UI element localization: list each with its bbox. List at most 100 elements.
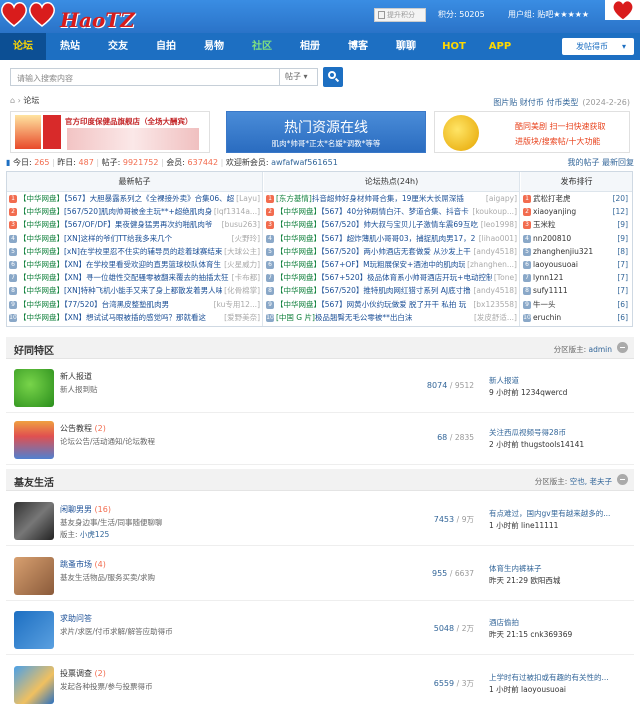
post-link[interactable]: 【中华网盘】【77/520】台湾黑皮整塾肌肉男 <box>19 300 169 309</box>
post-author[interactable]: [Tone] <box>491 271 517 285</box>
my-posts-link[interactable]: 我的帖子 <box>567 158 599 167</box>
ranking-user[interactable]: 武松打老虎 <box>533 194 571 203</box>
forum-row[interactable]: 公告教程 (2) 论坛公告/活动通知/论坛教程 68 / 2835 关注西瓜视频… <box>6 413 634 465</box>
nav-item-selfie[interactable]: 自拍 <box>144 33 188 60</box>
post-link[interactable]: [中国 G 片]极品翘臀无毛公零被**出白沫 <box>276 313 412 322</box>
nav-item-chat[interactable]: 聊聊 <box>384 33 428 60</box>
avatar[interactable] <box>605 0 640 20</box>
home-icon[interactable]: ⌂ <box>10 96 15 105</box>
shop-ad-banner[interactable]: 官方印度保健品旗舰店（全场大酬宾） <box>10 111 210 153</box>
post-link[interactable]: 【中华网盘】[567/520]肌肉帅哥被金主玩**+超绝肌肉身材 <box>19 207 220 216</box>
nav-item-album[interactable]: 相册 <box>288 33 332 60</box>
post-author[interactable]: [andy4518] <box>471 244 517 258</box>
post-author[interactable]: [化骨棉掌] <box>222 284 260 298</box>
ranking-row[interactable]: 8 sufy1111 [7] <box>521 284 632 297</box>
ranking-user[interactable]: laoyousuoai <box>533 260 578 269</box>
forum-name[interactable]: 闲聊男男 (16) <box>60 504 111 515</box>
nav-item-dating[interactable]: 交友 <box>96 33 140 60</box>
ranking-user[interactable]: nn200810 <box>533 234 571 243</box>
post-link[interactable]: 【中华网盘】[XN]这样的爷们TT给我多来几个 <box>19 234 172 243</box>
post-author[interactable]: [ku专用12...] <box>211 297 260 311</box>
post-link[interactable]: 【中华网盘】【XN】寻一位雄性交配骚零被翻来覆去的抽插太狂 <box>19 273 229 282</box>
trending-row[interactable]: 9 【中华网盘】【567】网黄小伙约玩做爱 脱了开干 私拍 玩 [bx123558] <box>264 297 519 311</box>
nav-item-exchange[interactable]: 易物 <box>192 33 236 60</box>
trending-row[interactable]: 6 【中华网盘】【567+OF】M玩粗展保安+酒池中的肌肉玩 [zhanghen..… <box>264 257 519 272</box>
post-link[interactable]: 【中华网盘】[xN]在学校里忍不住实的辅导员的趁着球赛结束 <box>19 247 222 256</box>
latest-row[interactable]: 2 【中华网盘】[567/520]肌肉帅哥被金主玩**+超绝肌肉身材 [lqf131… <box>7 205 262 219</box>
post-select[interactable]: 发帖得币 ▾ <box>562 38 634 55</box>
post-author[interactable]: [aigapy] <box>483 192 517 206</box>
trending-row[interactable]: 4 【中华网盘】【567】超炸薄肌小哥哥03，捕捉肌肉男17，2 [lihao001… <box>264 231 519 245</box>
trending-row[interactable]: 5 【中华网盘】【567/520】两小帅酒店无套做爱 从沙发上干 [andy4518… <box>264 244 519 258</box>
post-link[interactable]: 【中华网盘】【567/520】推特肌肉网红猎寸系列 AJ底寸撸 <box>276 286 471 295</box>
forum-name[interactable]: 求助问答 <box>60 613 92 624</box>
trending-row[interactable]: 8 【中华网盘】【567/520】推特肌肉网红猎寸系列 AJ底寸撸 [andy451… <box>264 284 519 298</box>
trending-row[interactable]: 2 【中华网盘】【567】40分钟刷情白汗、梦道合集、抖音卡 [koukoup...… <box>264 205 519 219</box>
app-qr-banner[interactable]: 酷同美剧 扫一扫快速获取 进版块/搜索帖/十大功能 <box>434 111 630 153</box>
latest-row[interactable]: 8 【中华网盘】[XN]特种飞机小能手又来了身上都散发着男人味 [化骨棉掌] <box>7 284 262 298</box>
search-input[interactable]: 请输入搜索内容 <box>17 73 73 84</box>
post-author[interactable]: [大球公主] <box>222 244 260 258</box>
latest-row[interactable]: 10 【中华网盘】【XN】想试试马眼被插的感觉吗？那就看这 [爱野美奈] <box>7 310 262 324</box>
forum-row[interactable]: 跳蚤市场 (4) 基友生活物品/服务买卖/求购 955 / 6637 体育生内裤… <box>6 549 634 601</box>
ranking-user[interactable]: 牛一头 <box>533 300 556 309</box>
ranking-row[interactable]: 9 牛一头 [6] <box>521 298 632 311</box>
ranking-row[interactable]: 6 laoyousuoai [7] <box>521 258 632 271</box>
post-link[interactable]: 【中华网盘】【XN】想试试马眼被插的感觉吗？那就看这 <box>19 313 206 322</box>
post-link[interactable]: 【中华网盘】【567/OF/DF】果夜健身猛男再次约啪肌肉爷 <box>19 220 212 229</box>
post-link[interactable]: [东方基情]抖音超帅好身材帅哥合集，19厘米大长屌深插 <box>276 194 464 203</box>
ranking-row[interactable]: 7 lynn121 [7] <box>521 271 632 284</box>
forum-row[interactable]: 新人报道 新人报到贴 8074 / 9512 新人报道 9 小时前 1234qw… <box>6 361 634 413</box>
nav-item-hot[interactable]: HOT <box>432 33 476 60</box>
post-author[interactable]: [busu263] <box>219 218 260 232</box>
forum-name[interactable]: 跳蚤市场 (4) <box>60 559 106 570</box>
post-link[interactable]: 【中华网盘】【567+520】极品体育系小帅哥酒店开玩+电动控制猛 <box>276 273 501 282</box>
latest-row[interactable]: 4 【中华网盘】[XN]这样的爷们TT给我多来几个 [火野玲] <box>7 231 262 245</box>
upgrade-button[interactable]: 提升积分 <box>374 8 426 22</box>
post-author[interactable]: [lihao001] <box>476 231 517 245</box>
latest-row[interactable]: 7 【中华网盘】【XN】寻一位雄性交配骚零被翻来覆去的抽插太狂 [卡布都] <box>7 271 262 285</box>
collapse-icon[interactable] <box>617 474 628 485</box>
ranking-row[interactable]: 2 xiaoyanjing [12] <box>521 205 632 218</box>
latest-row[interactable]: 9 【中华网盘】【77/520】台湾黑皮整塾肌肉男 [ku专用12...] <box>7 297 262 311</box>
ranking-user[interactable]: zhanghenjiu321 <box>533 247 593 256</box>
search-category-select[interactable]: 帖子 ▾ <box>279 69 317 85</box>
forum-last-post[interactable]: 有点难过，国内gv里有越来越多的... <box>489 508 629 519</box>
post-author[interactable]: [火野玲] <box>229 231 260 245</box>
post-author[interactable]: [bx123558] <box>471 297 517 311</box>
forum-name[interactable]: 新人报道 <box>60 371 92 382</box>
newest-member-link[interactable]: awfafwaf561651 <box>271 158 338 167</box>
site-logo[interactable]: HaoTZ <box>0 0 135 33</box>
mod-link[interactable]: admin <box>589 345 613 354</box>
forum-name[interactable]: 投票调查 (2) <box>60 668 106 679</box>
post-link[interactable]: 【中华网盘】[XN]特种飞机小能手又来了身上都散发着男人味 <box>19 286 223 295</box>
post-link[interactable]: 【中华网盘】【567】40分钟刷情白汗、梦道合集、抖音卡 <box>276 207 469 216</box>
forum-name[interactable]: 公告教程 (2) <box>60 423 106 434</box>
post-author[interactable]: [火星威力] <box>222 257 260 272</box>
new-replies-link[interactable]: 最新回复 <box>602 158 634 167</box>
forum-last-post[interactable]: 体育生内裤袜子 <box>489 563 629 574</box>
post-link[interactable]: 【中华网盘】【567+OF】M玩粗展保安+酒池中的肌肉玩 <box>276 260 466 269</box>
nav-item-app[interactable]: APP <box>478 33 522 60</box>
post-author[interactable]: [爱野美奈] <box>222 310 260 324</box>
post-link[interactable]: 【中华网盘】【567】网黄小伙约玩做爱 脱了开干 私拍 玩 <box>276 300 466 309</box>
post-author[interactable]: [发皮舒适...] <box>471 310 517 324</box>
ranking-row[interactable]: 4 nn200810 [9] <box>521 232 632 245</box>
trending-row[interactable]: 3 【中华网盘】【567/520】帅大叔与宝贝儿子激情车震69互吃 [leo1998… <box>264 218 519 232</box>
ranking-row[interactable]: 3 玉米粒 [9] <box>521 218 632 231</box>
search-button[interactable] <box>323 67 343 87</box>
post-author[interactable]: [lqf1314a...] <box>211 205 260 219</box>
ranking-user[interactable]: xiaoyanjing <box>533 207 576 216</box>
ranking-row[interactable]: 10 eruchin [6] <box>521 311 632 324</box>
forum-last-post[interactable]: 上学时有过被扣或有趣的有关性的... <box>489 672 629 683</box>
user-group[interactable]: 用户组: 贴吧★★★★★ <box>508 9 589 20</box>
hot-resources-banner[interactable]: 热门资源在线 肌肉*帅哥*正太*名媛*调教*等等 <box>226 111 426 153</box>
nav-item-community[interactable]: 社区 <box>240 33 284 60</box>
post-link[interactable]: 【中华网盘】【XN】在学校里看受欢迎的直男篮球校队体育生 <box>19 260 221 269</box>
post-link[interactable]: 【中华网盘】【567】大胆暴露系列之《全裸接外卖》合集06、超 <box>19 194 234 203</box>
nav-item-blog[interactable]: 博客 <box>336 33 380 60</box>
ranking-user[interactable]: sufy1111 <box>533 286 568 295</box>
latest-row[interactable]: 6 【中华网盘】【XN】在学校里看受欢迎的直男篮球校队体育生 [火星威力] <box>7 257 262 272</box>
post-author[interactable]: [zhanghen...] <box>465 257 517 272</box>
ranking-user[interactable]: lynn121 <box>533 273 563 282</box>
